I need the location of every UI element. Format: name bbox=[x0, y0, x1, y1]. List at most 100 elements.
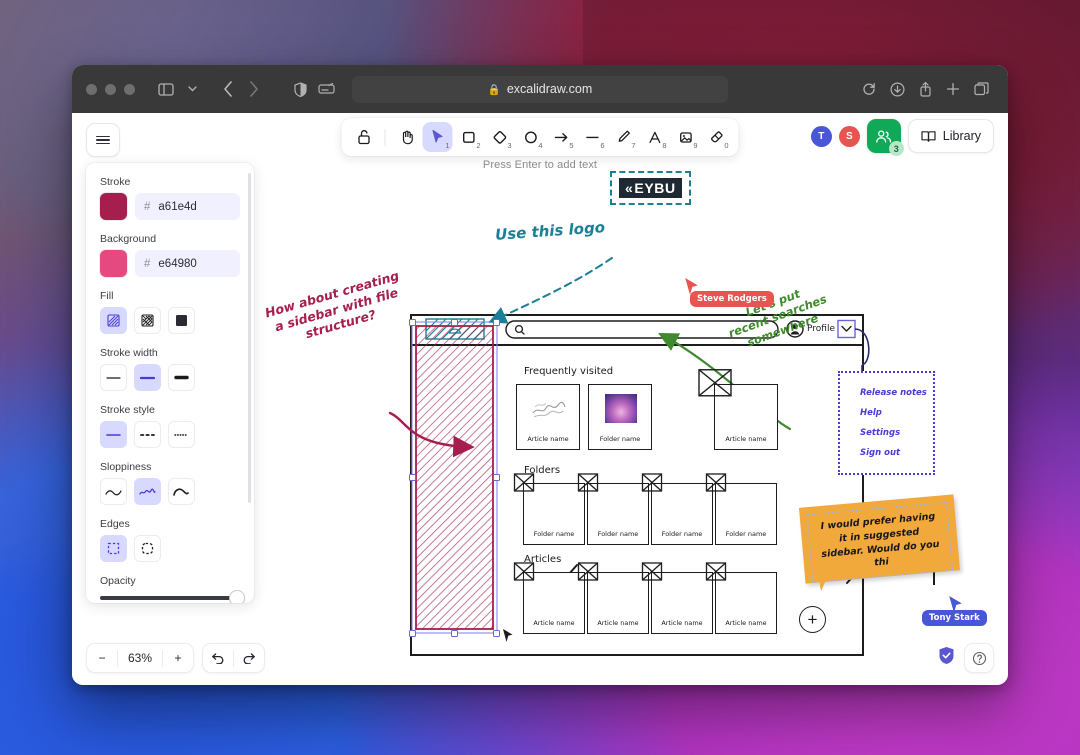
window-controls[interactable] bbox=[86, 84, 135, 95]
download-icon[interactable] bbox=[884, 78, 910, 100]
avatar-s[interactable]: S bbox=[839, 126, 860, 147]
menu-item-help[interactable]: Help bbox=[840, 403, 933, 423]
card-article-c[interactable]: Article name bbox=[651, 572, 713, 634]
selection-handle-tl[interactable] bbox=[409, 319, 416, 326]
minimize-window-button[interactable] bbox=[105, 84, 116, 95]
close-window-button[interactable] bbox=[86, 84, 97, 95]
help-button[interactable] bbox=[964, 643, 994, 673]
main-menu-button[interactable] bbox=[86, 123, 120, 157]
selection-handle-ml[interactable] bbox=[409, 474, 416, 481]
profile-popup-menu[interactable]: Release notes Help Settings Sign out bbox=[838, 371, 935, 475]
opacity-slider-knob[interactable] bbox=[230, 591, 244, 603]
fill-hachure-button[interactable] bbox=[100, 307, 127, 334]
card-article-b[interactable]: Article name bbox=[587, 572, 649, 634]
selection-handle-br[interactable] bbox=[493, 630, 500, 637]
image-tool[interactable]: 9 bbox=[671, 122, 701, 152]
background-hex-input[interactable]: # e64980 bbox=[135, 250, 240, 277]
stroke-color-swatch[interactable] bbox=[100, 193, 127, 220]
ellipse-tool[interactable]: 4 bbox=[516, 122, 546, 152]
card-folder-a[interactable]: Folder name bbox=[523, 483, 585, 545]
maximize-window-button[interactable] bbox=[124, 84, 135, 95]
selection-tool[interactable]: 1 bbox=[423, 122, 453, 152]
zoom-in-button[interactable]: + bbox=[163, 643, 193, 673]
edges-label: Edges bbox=[100, 518, 240, 530]
sloppiness-cartoonist-button[interactable] bbox=[168, 478, 195, 505]
sloppiness-artist-button[interactable] bbox=[134, 478, 161, 505]
forward-arrow-icon[interactable] bbox=[241, 78, 267, 100]
stroke-style-solid-button[interactable] bbox=[100, 421, 127, 448]
padlock-icon bbox=[356, 129, 371, 145]
menu-item-sign-out[interactable]: Sign out bbox=[840, 443, 933, 463]
fill-cross-hatch-button[interactable] bbox=[134, 307, 161, 334]
rectangle-tool[interactable]: 2 bbox=[454, 122, 484, 152]
selection-handle-bl[interactable] bbox=[409, 630, 416, 637]
selection-handle-mr[interactable] bbox=[493, 474, 500, 481]
card-article-2[interactable]: Article name bbox=[714, 384, 778, 450]
selection-handle-tc[interactable] bbox=[451, 319, 458, 326]
selection-handle-bc[interactable] bbox=[451, 630, 458, 637]
zoom-control[interactable]: − 63% + bbox=[86, 643, 194, 673]
live-collaboration-button[interactable]: 3 bbox=[867, 119, 901, 153]
card-article-1[interactable]: Article name bbox=[516, 384, 580, 450]
edges-round-button[interactable] bbox=[134, 535, 161, 562]
redo-button[interactable] bbox=[234, 643, 264, 673]
sidebar-toggle-icon[interactable] bbox=[153, 78, 179, 100]
background-color-swatch[interactable] bbox=[100, 250, 127, 277]
stroke-width-extra-bold-button[interactable] bbox=[168, 364, 195, 391]
share-icon[interactable] bbox=[912, 78, 938, 100]
round-edge-icon bbox=[140, 541, 155, 556]
opacity-slider[interactable] bbox=[100, 596, 240, 600]
stroke-style-dashed-button[interactable] bbox=[134, 421, 161, 448]
zoom-level-label[interactable]: 63% bbox=[118, 643, 162, 673]
card-folder-1[interactable]: Folder name bbox=[588, 384, 652, 450]
tab-overview-icon[interactable] bbox=[968, 78, 994, 100]
card-folder-d[interactable]: Folder name bbox=[715, 483, 777, 545]
hand-tool[interactable] bbox=[392, 122, 422, 152]
encryption-badge[interactable] bbox=[938, 646, 955, 670]
sidebar-chevron-down-icon[interactable] bbox=[179, 78, 205, 100]
stroke-hex-input[interactable]: # a61e4d bbox=[135, 193, 240, 220]
menu-item-settings[interactable]: Settings bbox=[840, 423, 933, 443]
zoom-out-button[interactable]: − bbox=[87, 643, 117, 673]
card-article-a[interactable]: Article name bbox=[523, 572, 585, 634]
card-folder-c[interactable]: Folder name bbox=[651, 483, 713, 545]
panel-scrollbar[interactable] bbox=[248, 173, 251, 503]
diamond-tool[interactable]: 3 bbox=[485, 122, 515, 152]
stroke-width-thin-button[interactable] bbox=[100, 364, 127, 391]
hamburger-icon bbox=[96, 134, 110, 146]
privacy-shield-icon[interactable] bbox=[287, 78, 313, 100]
text-tool[interactable]: 8 bbox=[640, 122, 670, 152]
stroke-style-dotted-button[interactable] bbox=[168, 421, 195, 448]
extension-icon[interactable] bbox=[313, 78, 339, 100]
placeholder-thumb-icon bbox=[642, 562, 663, 581]
back-arrow-icon[interactable] bbox=[215, 78, 241, 100]
logo-element[interactable]: «EYBU bbox=[610, 171, 691, 205]
card-folder-b[interactable]: Folder name bbox=[587, 483, 649, 545]
add-button[interactable]: + bbox=[799, 606, 826, 633]
fill-solid-button[interactable] bbox=[168, 307, 195, 334]
line-tool[interactable]: 6 bbox=[578, 122, 608, 152]
draw-tool[interactable]: 7 bbox=[609, 122, 639, 152]
undo-button[interactable] bbox=[203, 643, 233, 673]
tool-shortcut: 3 bbox=[507, 141, 511, 150]
reload-icon[interactable] bbox=[856, 78, 882, 100]
library-button[interactable]: Library bbox=[908, 119, 994, 153]
sloppiness-architect-button[interactable] bbox=[100, 478, 127, 505]
eraser-tool[interactable]: 0 bbox=[702, 122, 732, 152]
background-label: Background bbox=[100, 233, 240, 245]
history-control[interactable] bbox=[202, 643, 265, 673]
lock-tool[interactable] bbox=[349, 122, 379, 152]
new-tab-plus-icon[interactable] bbox=[940, 78, 966, 100]
avatar-t[interactable]: T bbox=[811, 126, 832, 147]
properties-panel[interactable]: Stroke # a61e4d Background # e64980 Fill bbox=[86, 163, 254, 603]
address-bar[interactable]: 🔒 excalidraw.com bbox=[352, 76, 728, 103]
arrow-tool[interactable]: 5 bbox=[547, 122, 577, 152]
stroke-width-bold-button[interactable] bbox=[134, 364, 161, 391]
card-article-d[interactable]: Article name bbox=[715, 572, 777, 634]
tool-toolbar[interactable]: 1 2 3 4 5 6 7 bbox=[342, 118, 739, 156]
selection-handle-tr[interactable] bbox=[493, 319, 500, 326]
bottom-right-controls bbox=[938, 643, 994, 673]
menu-item-release-notes[interactable]: Release notes bbox=[840, 383, 933, 403]
tool-shortcut: 1 bbox=[445, 141, 449, 150]
edges-sharp-button[interactable] bbox=[100, 535, 127, 562]
